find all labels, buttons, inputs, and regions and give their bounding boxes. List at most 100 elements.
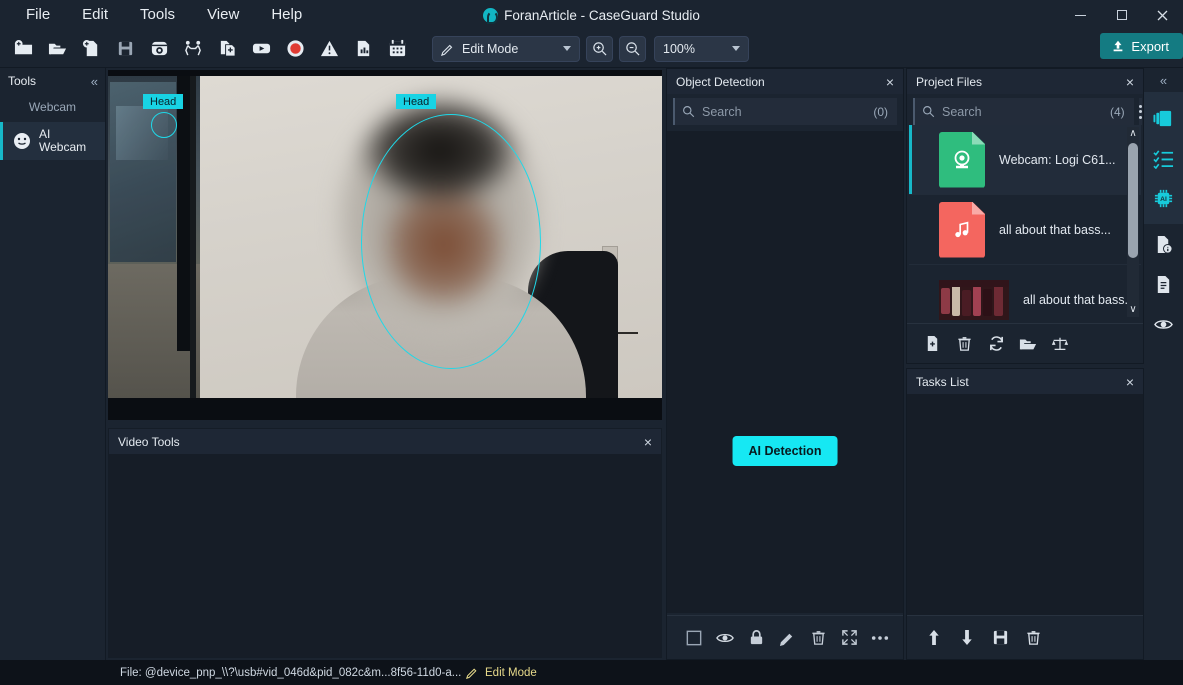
menu-file[interactable]: File — [10, 2, 66, 28]
project-files-search-input[interactable] — [942, 104, 1103, 119]
export-upload-icon — [1114, 40, 1123, 52]
move-down-icon[interactable] — [956, 627, 978, 649]
close-icon[interactable]: × — [1126, 75, 1134, 89]
project-files-search[interactable]: (4) — [913, 98, 1134, 125]
zoom-in-button[interactable] — [586, 35, 613, 62]
sidebar-item-ai-webcam[interactable]: AI Webcam — [0, 122, 105, 160]
pencil-icon — [466, 668, 477, 679]
export-label: Export — [1131, 38, 1169, 54]
minimize-button[interactable] — [1060, 0, 1101, 30]
open-folder-icon[interactable] — [42, 34, 72, 64]
detection-label-head-1[interactable]: Head — [143, 94, 184, 109]
ai-chip-icon[interactable]: AI — [1144, 178, 1183, 218]
new-file-icon[interactable] — [76, 34, 106, 64]
ai-detection-button[interactable]: AI Detection — [732, 436, 838, 466]
project-files-count: (4) — [1110, 104, 1125, 119]
save-icon[interactable] — [110, 34, 140, 64]
video-thumbnail — [939, 279, 1009, 320]
edit-mode-select[interactable]: Edit Mode — [432, 35, 580, 62]
video-glass-door — [110, 82, 176, 262]
eye-icon[interactable] — [714, 627, 736, 649]
zoom-level-select[interactable]: 100% — [654, 35, 749, 62]
calendar-icon[interactable] — [382, 34, 412, 64]
close-icon[interactable]: × — [1126, 375, 1134, 389]
webcam-icon[interactable] — [144, 34, 174, 64]
object-detection-search-input[interactable] — [702, 104, 867, 119]
list-item[interactable]: all about that bass... — [909, 265, 1141, 321]
warning-icon[interactable] — [314, 34, 344, 64]
window-title: ForanArticle - CaseGuard Studio — [504, 7, 700, 23]
save-icon[interactable] — [989, 627, 1011, 649]
open-folder-icon[interactable] — [1017, 333, 1039, 355]
menu-tools[interactable]: Tools — [124, 2, 191, 28]
ai-webcam-label-line2: Webcam — [39, 140, 87, 154]
menu-edit[interactable]: Edit — [66, 2, 124, 28]
project-files-title: Project Files — [916, 74, 983, 89]
project-files-search-row: (4) — [913, 98, 1142, 125]
menu-help[interactable]: Help — [255, 2, 318, 28]
record-icon[interactable] — [280, 34, 310, 64]
eye-icon[interactable] — [1144, 304, 1183, 344]
zoom-out-button[interactable] — [619, 35, 646, 62]
object-detection-list: AI Detection — [667, 131, 903, 613]
kebab-menu-icon[interactable] — [1138, 98, 1142, 125]
youtube-icon[interactable] — [246, 34, 276, 64]
list-item[interactable]: all about that bass... — [909, 195, 1141, 265]
expand-icon[interactable] — [838, 627, 860, 649]
scroll-up-icon[interactable]: ∧ — [1129, 127, 1136, 141]
tasks-list-header: Tasks List × — [907, 369, 1143, 394]
video-door-frame-2 — [190, 76, 196, 398]
tasks-list-toolbar — [907, 615, 1143, 659]
object-detection-search[interactable]: (0) — [673, 98, 897, 125]
more-options-icon[interactable] — [869, 627, 891, 649]
video-tools-body — [109, 454, 661, 657]
chevron-down-icon — [563, 46, 571, 51]
pencil-icon[interactable] — [776, 627, 798, 649]
status-file-path: File: @device_pnp_\\?\usb#vid_046d&pid_0… — [120, 666, 462, 679]
select-all-icon[interactable] — [683, 627, 705, 649]
scrollbar-thumb[interactable] — [1128, 143, 1138, 258]
object-detection-panel: Object Detection × (0) AI Detection — [666, 68, 904, 660]
tools-panel-title: Tools — [8, 74, 37, 88]
file-info-icon[interactable] — [1144, 224, 1183, 264]
list-item[interactable]: Webcam: Logi C61... — [909, 125, 1141, 195]
scroll-down-icon[interactable]: ∨ — [1129, 303, 1136, 317]
lock-icon[interactable] — [745, 627, 767, 649]
maximize-button[interactable] — [1101, 0, 1142, 30]
move-up-icon[interactable] — [923, 627, 945, 649]
tasks-list-body — [907, 394, 1143, 615]
people-transfer-icon[interactable] — [178, 34, 208, 64]
trash-icon[interactable] — [1022, 627, 1044, 649]
collapse-tools-icon[interactable]: « — [91, 74, 98, 89]
document-icon[interactable] — [1144, 264, 1183, 304]
new-project-icon[interactable] — [8, 34, 38, 64]
search-icon — [683, 106, 695, 118]
video-door-frame — [177, 76, 190, 351]
edit-mode-label: Edit Mode — [462, 41, 519, 56]
report-chart-icon[interactable] — [348, 34, 378, 64]
menu-view[interactable]: View — [191, 2, 255, 28]
trash-icon[interactable] — [953, 333, 975, 355]
checklist-icon[interactable] — [1144, 138, 1183, 178]
object-detection-count: (0) — [873, 104, 888, 119]
close-icon[interactable]: × — [886, 75, 894, 89]
refresh-icon[interactable] — [985, 333, 1007, 355]
detection-ellipse-head-2[interactable] — [361, 114, 541, 369]
add-document-icon[interactable] — [212, 34, 242, 64]
list-item-label: Webcam: Logi C61... — [999, 152, 1116, 167]
collapse-rail-icon[interactable]: « — [1144, 68, 1183, 92]
project-files-scrollbar[interactable]: ∧ ∨ — [1127, 127, 1139, 317]
video-preview-area[interactable]: Head Head — [108, 70, 662, 420]
pencil-icon — [441, 44, 453, 56]
close-button[interactable] — [1142, 0, 1183, 30]
close-icon[interactable]: × — [644, 435, 652, 449]
add-file-icon[interactable] — [921, 333, 943, 355]
compare-scales-icon[interactable] — [1049, 333, 1071, 355]
detection-label-head-2[interactable]: Head — [396, 94, 437, 109]
object-detection-toolbar — [667, 615, 903, 659]
audio-file-icon — [939, 201, 985, 258]
export-button[interactable]: Export — [1100, 33, 1183, 59]
panels-icon[interactable] — [1144, 98, 1183, 138]
trash-icon[interactable] — [807, 627, 829, 649]
detection-ellipse-head-1[interactable] — [151, 112, 177, 138]
